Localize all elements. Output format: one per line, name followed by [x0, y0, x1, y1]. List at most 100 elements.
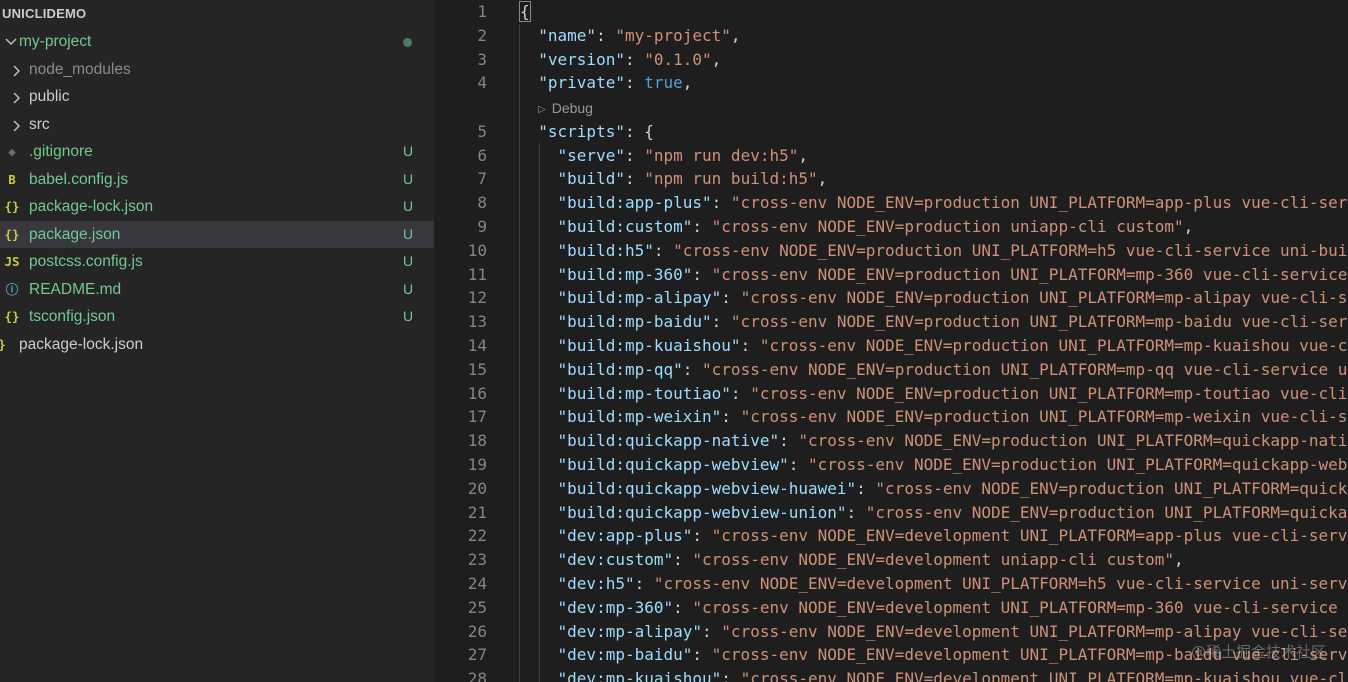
- code-token: :: [624, 49, 645, 69]
- code-token: "0.1.0": [644, 49, 712, 69]
- git-status-badge: U: [403, 143, 414, 159]
- code-token: "cross-env NODE_ENV=production UNI_PLATF…: [740, 407, 1348, 427]
- tree-item-label: .gitignore: [29, 143, 93, 160]
- tree-file-item[interactable]: {} tsconfig.json U: [0, 303, 434, 331]
- tree-item-label: postcss.config.js: [29, 253, 143, 270]
- code-line: 19 "build:quickapp-webview": "cross-env …: [434, 453, 1348, 477]
- code-token: :: [634, 573, 654, 593]
- tree-root-folder[interactable]: my-project: [0, 28, 434, 56]
- tree-folder-item[interactable]: public: [0, 83, 434, 111]
- tree-file-item[interactable]: ⓘ README.md U: [0, 276, 434, 304]
- debug-codelens-label: Debug: [551, 100, 593, 116]
- explorer-section-title[interactable]: UNICLIDEMO: [0, 0, 434, 28]
- code-token: "cross-env NODE_ENV=production UNI_PLATF…: [807, 454, 1348, 474]
- code-token: :: [856, 478, 876, 498]
- code-token: ,: [817, 169, 828, 189]
- tree-item-label: package.json: [29, 225, 121, 243]
- code-token: :: [596, 25, 616, 45]
- line-number: 13: [467, 312, 487, 332]
- code-token: "dev:h5": [557, 573, 635, 593]
- code-text: "build:quickapp-webview": "cross-env NOD…: [519, 453, 1348, 477]
- chevron-right-icon: [11, 56, 25, 84]
- tree-file-item[interactable]: Bbabel.config.js U: [0, 166, 434, 194]
- code-token: "cross-env NODE_ENV=production UNI_PLATF…: [865, 502, 1348, 522]
- json-icon: }: [0, 331, 11, 359]
- explorer-sidebar: UNICLIDEMO my-project node_modules public…: [0, 0, 434, 682]
- code-line: 7 "build": "npm run build:h5",: [434, 167, 1348, 191]
- line-number: 15: [467, 359, 487, 379]
- code-token: "cross-env NODE_ENV=production UNI_PLATF…: [740, 288, 1348, 308]
- code-editor[interactable]: ▷ Debug 1{2 "name": "my-project", 3 "versi…: [434, 0, 1348, 682]
- code-text: {: [519, 0, 531, 24]
- code-line: 3 "version": "0.1.0",: [434, 48, 1348, 72]
- code-token: "build:mp-alipay": [557, 288, 722, 308]
- code-token: "build": [557, 169, 625, 189]
- code-token: :: [711, 312, 731, 332]
- code-line: 11 "build:mp-360": "cross-env NODE_ENV=p…: [434, 263, 1348, 287]
- code-token: :: [692, 216, 712, 236]
- code-token: "build:custom": [557, 216, 693, 236]
- git-status-badge: U: [403, 198, 414, 214]
- code-token: true: [644, 73, 683, 93]
- code-token: :: [624, 145, 645, 165]
- code-token: "build:quickapp-webview": [557, 454, 789, 474]
- line-number: 20: [467, 478, 487, 498]
- modified-dot-icon: [403, 38, 412, 47]
- code-token: "cross-env NODE_ENV=production UNI_PLATF…: [750, 383, 1348, 403]
- tree-file-item[interactable]: JS postcss.config.js U: [0, 248, 434, 276]
- code-token: "build:quickapp-native": [557, 431, 780, 451]
- tree-file-item[interactable]: } package-lock.json: [0, 331, 434, 359]
- code-text: "version": "0.1.0",: [519, 48, 721, 72]
- code-line: 13 "build:mp-baidu": "cross-env NODE_ENV…: [434, 310, 1348, 334]
- line-number: 24: [467, 573, 487, 593]
- tree-item-label: tsconfig.json: [29, 308, 116, 325]
- code-token: ,: [1183, 216, 1194, 236]
- tree-folder-item[interactable]: src: [0, 111, 434, 139]
- line-number: 25: [467, 597, 487, 617]
- code-token: :: [692, 264, 712, 284]
- json-icon: {}: [4, 309, 20, 324]
- code-token: "cross-env NODE_ENV=production UNI_PLATF…: [702, 359, 1348, 379]
- code-token: "cross-env NODE_ENV=development uniapp-c…: [692, 550, 1175, 570]
- tree-file-item[interactable]: {} package.json U: [0, 220, 434, 248]
- code-line: 22 "dev:app-plus": "cross-env NODE_ENV=d…: [434, 524, 1348, 548]
- code-text: "dev:mp-360": "cross-env NODE_ENV=develo…: [519, 596, 1338, 620]
- code-token: :: [788, 454, 808, 474]
- code-token: "build:quickapp-webview-huawei": [557, 478, 857, 498]
- code-line: 9 "build:custom": "cross-env NODE_ENV=pr…: [434, 215, 1348, 239]
- code-token: :: [711, 193, 731, 213]
- code-token: "cross-env NODE_ENV=development UNI_PLAT…: [692, 597, 1338, 617]
- code-token: "cross-env NODE_ENV=production UNI_PLATF…: [798, 431, 1348, 451]
- code-text: "build:custom": "cross-env NODE_ENV=prod…: [519, 215, 1194, 239]
- code-line: 5 "scripts": {: [434, 120, 1348, 144]
- code-text: "build:mp-alipay": "cross-env NODE_ENV=p…: [519, 286, 1348, 310]
- code-token: "build:h5": [557, 240, 654, 260]
- tree-file-item[interactable]: {} package-lock.json U: [0, 193, 434, 221]
- debug-codelens[interactable]: ▷ Debug: [538, 97, 593, 119]
- git-status-badge: U: [403, 253, 414, 269]
- git-status-badge: U: [403, 225, 414, 242]
- code-token: :: [692, 526, 712, 546]
- code-token: :: [721, 669, 741, 682]
- code-text: "dev:custom": "cross-env NODE_ENV=develo…: [519, 548, 1184, 572]
- tree-item-label: src: [29, 115, 50, 133]
- line-number: 7: [477, 169, 487, 189]
- code-token: ,: [798, 145, 808, 165]
- code-token: :: [682, 359, 703, 379]
- code-token: "npm run dev:h5": [644, 145, 799, 165]
- tree-folder-item[interactable]: node_modules: [0, 56, 434, 84]
- code-token: "private": [538, 73, 625, 93]
- tree-file-item[interactable]: ◆ .gitignore U: [0, 138, 434, 166]
- code-token: "scripts": [538, 121, 625, 141]
- code-token: "cross-env NODE_ENV=production UNI_PLATF…: [759, 335, 1348, 355]
- git-icon: ◆: [8, 144, 16, 159]
